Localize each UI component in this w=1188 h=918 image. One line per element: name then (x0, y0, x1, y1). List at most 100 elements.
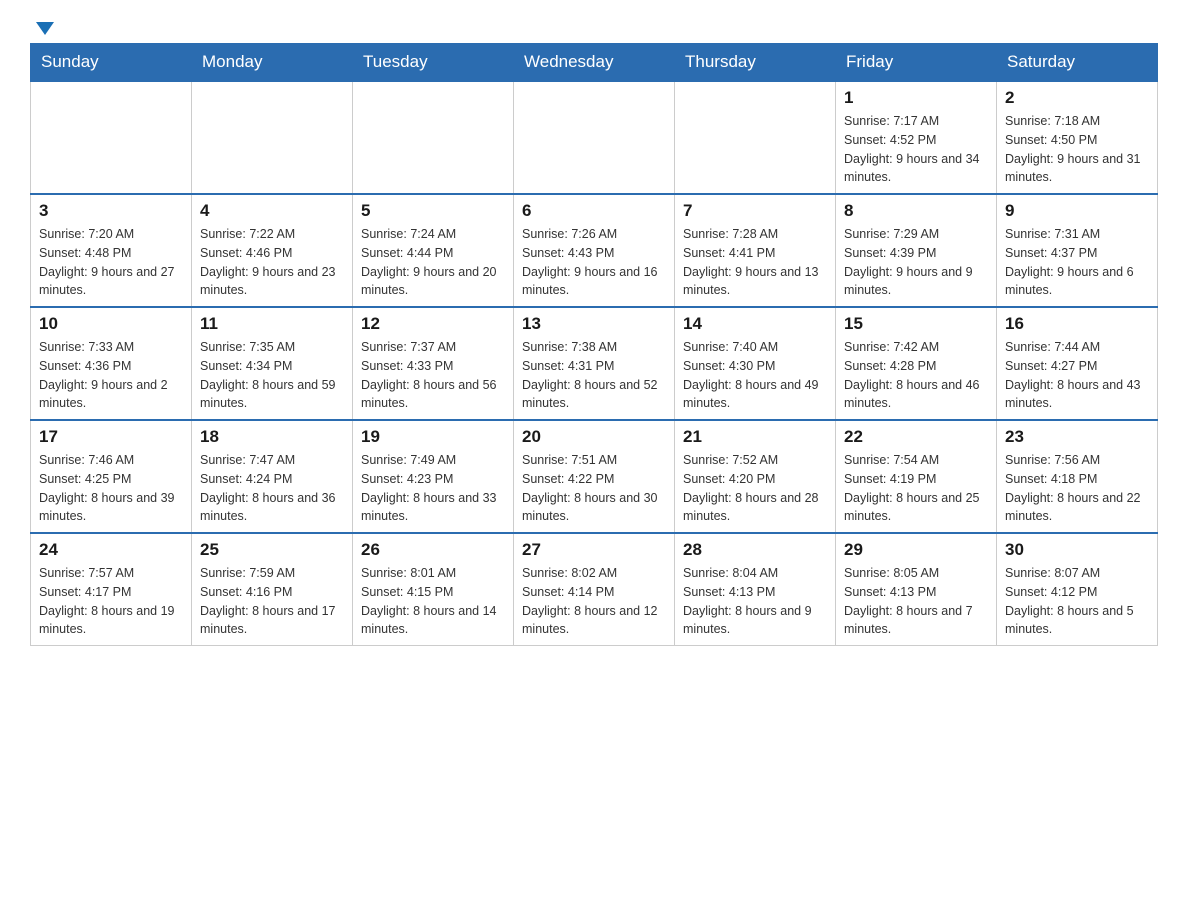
calendar-cell (675, 81, 836, 194)
calendar-header-row: SundayMondayTuesdayWednesdayThursdayFrid… (31, 44, 1158, 82)
day-number: 9 (1005, 201, 1149, 221)
calendar-cell (31, 81, 192, 194)
day-number: 8 (844, 201, 988, 221)
calendar-week-row: 10Sunrise: 7:33 AMSunset: 4:36 PMDayligh… (31, 307, 1158, 420)
day-number: 6 (522, 201, 666, 221)
day-header-friday: Friday (836, 44, 997, 82)
calendar-cell (514, 81, 675, 194)
day-info: Sunrise: 7:22 AMSunset: 4:46 PMDaylight:… (200, 225, 344, 300)
day-info: Sunrise: 7:28 AMSunset: 4:41 PMDaylight:… (683, 225, 827, 300)
day-info: Sunrise: 7:52 AMSunset: 4:20 PMDaylight:… (683, 451, 827, 526)
day-number: 19 (361, 427, 505, 447)
day-info: Sunrise: 7:54 AMSunset: 4:19 PMDaylight:… (844, 451, 988, 526)
calendar-week-row: 1Sunrise: 7:17 AMSunset: 4:52 PMDaylight… (31, 81, 1158, 194)
day-info: Sunrise: 7:56 AMSunset: 4:18 PMDaylight:… (1005, 451, 1149, 526)
calendar-cell: 16 Sunrise: 7:44 AMSunset: 4:27 PMDayligh… (997, 307, 1158, 420)
calendar-cell: 23 Sunrise: 7:56 AMSunset: 4:18 PMDayligh… (997, 420, 1158, 533)
day-info: Sunrise: 7:44 AMSunset: 4:27 PMDaylight:… (1005, 338, 1149, 413)
calendar-cell: 12Sunrise: 7:37 AMSunset: 4:33 PMDayligh… (353, 307, 514, 420)
day-info: Sunrise: 8:04 AMSunset: 4:13 PMDaylight:… (683, 564, 827, 639)
day-number: 24 (39, 540, 183, 560)
day-info: Sunrise: 7:42 AMSunset: 4:28 PMDaylight:… (844, 338, 988, 413)
calendar-cell: 9 Sunrise: 7:31 AMSunset: 4:37 PMDaylight… (997, 194, 1158, 307)
day-number: 1 (844, 88, 988, 108)
day-number: 26 (361, 540, 505, 560)
calendar-cell: 19 Sunrise: 7:49 AMSunset: 4:23 PMDayligh… (353, 420, 514, 533)
calendar-cell: 28 Sunrise: 8:04 AMSunset: 4:13 PMDayligh… (675, 533, 836, 646)
day-info: Sunrise: 7:38 AMSunset: 4:31 PMDaylight:… (522, 338, 666, 413)
day-info: Sunrise: 7:26 AMSunset: 4:43 PMDaylight:… (522, 225, 666, 300)
day-info: Sunrise: 7:46 AMSunset: 4:25 PMDaylight:… (39, 451, 183, 526)
calendar-cell: 14 Sunrise: 7:40 AMSunset: 4:30 PMDayligh… (675, 307, 836, 420)
day-header-tuesday: Tuesday (353, 44, 514, 82)
day-info: Sunrise: 7:59 AMSunset: 4:16 PMDaylight:… (200, 564, 344, 639)
day-header-wednesday: Wednesday (514, 44, 675, 82)
calendar-cell: 21 Sunrise: 7:52 AMSunset: 4:20 PMDayligh… (675, 420, 836, 533)
calendar-cell: 2Sunrise: 7:18 AMSunset: 4:50 PMDaylight… (997, 81, 1158, 194)
day-info: Sunrise: 7:51 AMSunset: 4:22 PMDaylight:… (522, 451, 666, 526)
calendar-cell: 18 Sunrise: 7:47 AMSunset: 4:24 PMDayligh… (192, 420, 353, 533)
day-info: Sunrise: 8:07 AMSunset: 4:12 PMDaylight:… (1005, 564, 1149, 639)
day-number: 7 (683, 201, 827, 221)
calendar-week-row: 24 Sunrise: 7:57 AMSunset: 4:17 PMDayligh… (31, 533, 1158, 646)
calendar-cell (353, 81, 514, 194)
calendar-cell: 3Sunrise: 7:20 AMSunset: 4:48 PMDaylight… (31, 194, 192, 307)
calendar-cell: 8 Sunrise: 7:29 AMSunset: 4:39 PMDaylight… (836, 194, 997, 307)
day-number: 25 (200, 540, 344, 560)
day-header-monday: Monday (192, 44, 353, 82)
day-header-sunday: Sunday (31, 44, 192, 82)
day-info: Sunrise: 7:31 AMSunset: 4:37 PMDaylight:… (1005, 225, 1149, 300)
day-info: Sunrise: 7:35 AMSunset: 4:34 PMDaylight:… (200, 338, 344, 413)
calendar-cell: 11 Sunrise: 7:35 AMSunset: 4:34 PMDayligh… (192, 307, 353, 420)
day-number: 22 (844, 427, 988, 447)
day-number: 29 (844, 540, 988, 560)
day-number: 12 (361, 314, 505, 334)
calendar-cell: 25 Sunrise: 7:59 AMSunset: 4:16 PMDayligh… (192, 533, 353, 646)
calendar-cell: 13 Sunrise: 7:38 AMSunset: 4:31 PMDayligh… (514, 307, 675, 420)
calendar-cell: 20 Sunrise: 7:51 AMSunset: 4:22 PMDayligh… (514, 420, 675, 533)
day-info: Sunrise: 7:20 AMSunset: 4:48 PMDaylight:… (39, 225, 183, 300)
day-info: Sunrise: 7:47 AMSunset: 4:24 PMDaylight:… (200, 451, 344, 526)
calendar-cell: 4 Sunrise: 7:22 AMSunset: 4:46 PMDaylight… (192, 194, 353, 307)
logo-line2 (30, 20, 54, 33)
calendar-cell: 27 Sunrise: 8:02 AMSunset: 4:14 PMDayligh… (514, 533, 675, 646)
day-number: 13 (522, 314, 666, 334)
day-number: 4 (200, 201, 344, 221)
calendar-week-row: 3Sunrise: 7:20 AMSunset: 4:48 PMDaylight… (31, 194, 1158, 307)
day-info: Sunrise: 7:33 AMSunset: 4:36 PMDaylight:… (39, 338, 183, 413)
calendar-cell: 24 Sunrise: 7:57 AMSunset: 4:17 PMDayligh… (31, 533, 192, 646)
calendar-cell: 7 Sunrise: 7:28 AMSunset: 4:41 PMDaylight… (675, 194, 836, 307)
calendar-cell (192, 81, 353, 194)
day-number: 18 (200, 427, 344, 447)
day-info: Sunrise: 7:49 AMSunset: 4:23 PMDaylight:… (361, 451, 505, 526)
day-number: 30 (1005, 540, 1149, 560)
logo-triangle-icon (36, 22, 54, 35)
day-number: 28 (683, 540, 827, 560)
day-info: Sunrise: 7:57 AMSunset: 4:17 PMDaylight:… (39, 564, 183, 639)
day-info: Sunrise: 8:05 AMSunset: 4:13 PMDaylight:… (844, 564, 988, 639)
day-number: 20 (522, 427, 666, 447)
day-number: 16 (1005, 314, 1149, 334)
calendar-table: SundayMondayTuesdayWednesdayThursdayFrid… (30, 43, 1158, 646)
day-info: Sunrise: 8:01 AMSunset: 4:15 PMDaylight:… (361, 564, 505, 639)
day-number: 15 (844, 314, 988, 334)
calendar-cell: 6 Sunrise: 7:26 AMSunset: 4:43 PMDaylight… (514, 194, 675, 307)
day-number: 11 (200, 314, 344, 334)
day-info: Sunrise: 7:29 AMSunset: 4:39 PMDaylight:… (844, 225, 988, 300)
day-info: Sunrise: 8:02 AMSunset: 4:14 PMDaylight:… (522, 564, 666, 639)
calendar-cell: 5Sunrise: 7:24 AMSunset: 4:44 PMDaylight… (353, 194, 514, 307)
day-number: 17 (39, 427, 183, 447)
page-header (30, 20, 1158, 33)
calendar-cell: 30 Sunrise: 8:07 AMSunset: 4:12 PMDayligh… (997, 533, 1158, 646)
calendar-cell: 15 Sunrise: 7:42 AMSunset: 4:28 PMDayligh… (836, 307, 997, 420)
day-header-saturday: Saturday (997, 44, 1158, 82)
day-number: 21 (683, 427, 827, 447)
day-number: 5 (361, 201, 505, 221)
calendar-cell: 1Sunrise: 7:17 AMSunset: 4:52 PMDaylight… (836, 81, 997, 194)
calendar-cell: 10Sunrise: 7:33 AMSunset: 4:36 PMDayligh… (31, 307, 192, 420)
day-number: 27 (522, 540, 666, 560)
day-info: Sunrise: 7:40 AMSunset: 4:30 PMDaylight:… (683, 338, 827, 413)
calendar-cell: 29 Sunrise: 8:05 AMSunset: 4:13 PMDayligh… (836, 533, 997, 646)
day-number: 23 (1005, 427, 1149, 447)
day-number: 14 (683, 314, 827, 334)
